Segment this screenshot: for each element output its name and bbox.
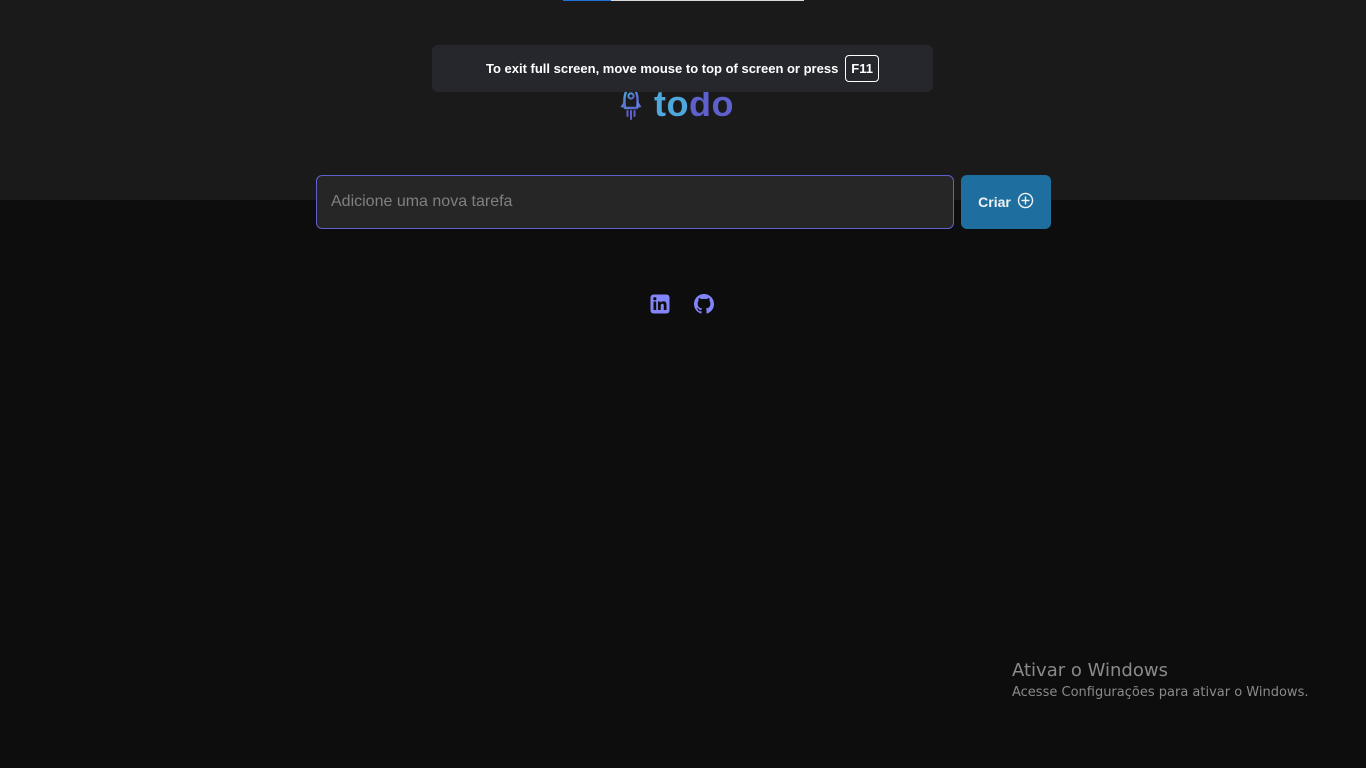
fullscreen-notice-text: To exit full screen, move mouse to top o…	[486, 61, 839, 76]
github-icon	[694, 293, 714, 319]
social-links	[650, 293, 714, 319]
watermark-subtitle: Acesse Configurações para ativar o Windo…	[1012, 685, 1309, 700]
windows-activation-watermark: Ativar o Windows Acesse Configurações pa…	[1012, 660, 1308, 704]
create-task-button[interactable]: Criar	[961, 175, 1051, 229]
new-task-form: Criar	[316, 175, 1051, 229]
create-button-label: Criar	[978, 194, 1011, 210]
browser-loading-bar-fill	[563, 0, 612, 1]
new-task-input[interactable]	[316, 175, 954, 229]
plus-circle-icon	[1017, 192, 1034, 212]
linkedin-link[interactable]	[650, 294, 670, 319]
f11-key-badge: F11	[845, 55, 879, 82]
github-link[interactable]	[694, 293, 714, 319]
browser-loading-bar	[563, 0, 804, 1]
linkedin-icon	[650, 294, 670, 319]
fullscreen-exit-notice: To exit full screen, move mouse to top o…	[432, 45, 933, 92]
watermark-title: Ativar o Windows	[1012, 660, 1168, 681]
